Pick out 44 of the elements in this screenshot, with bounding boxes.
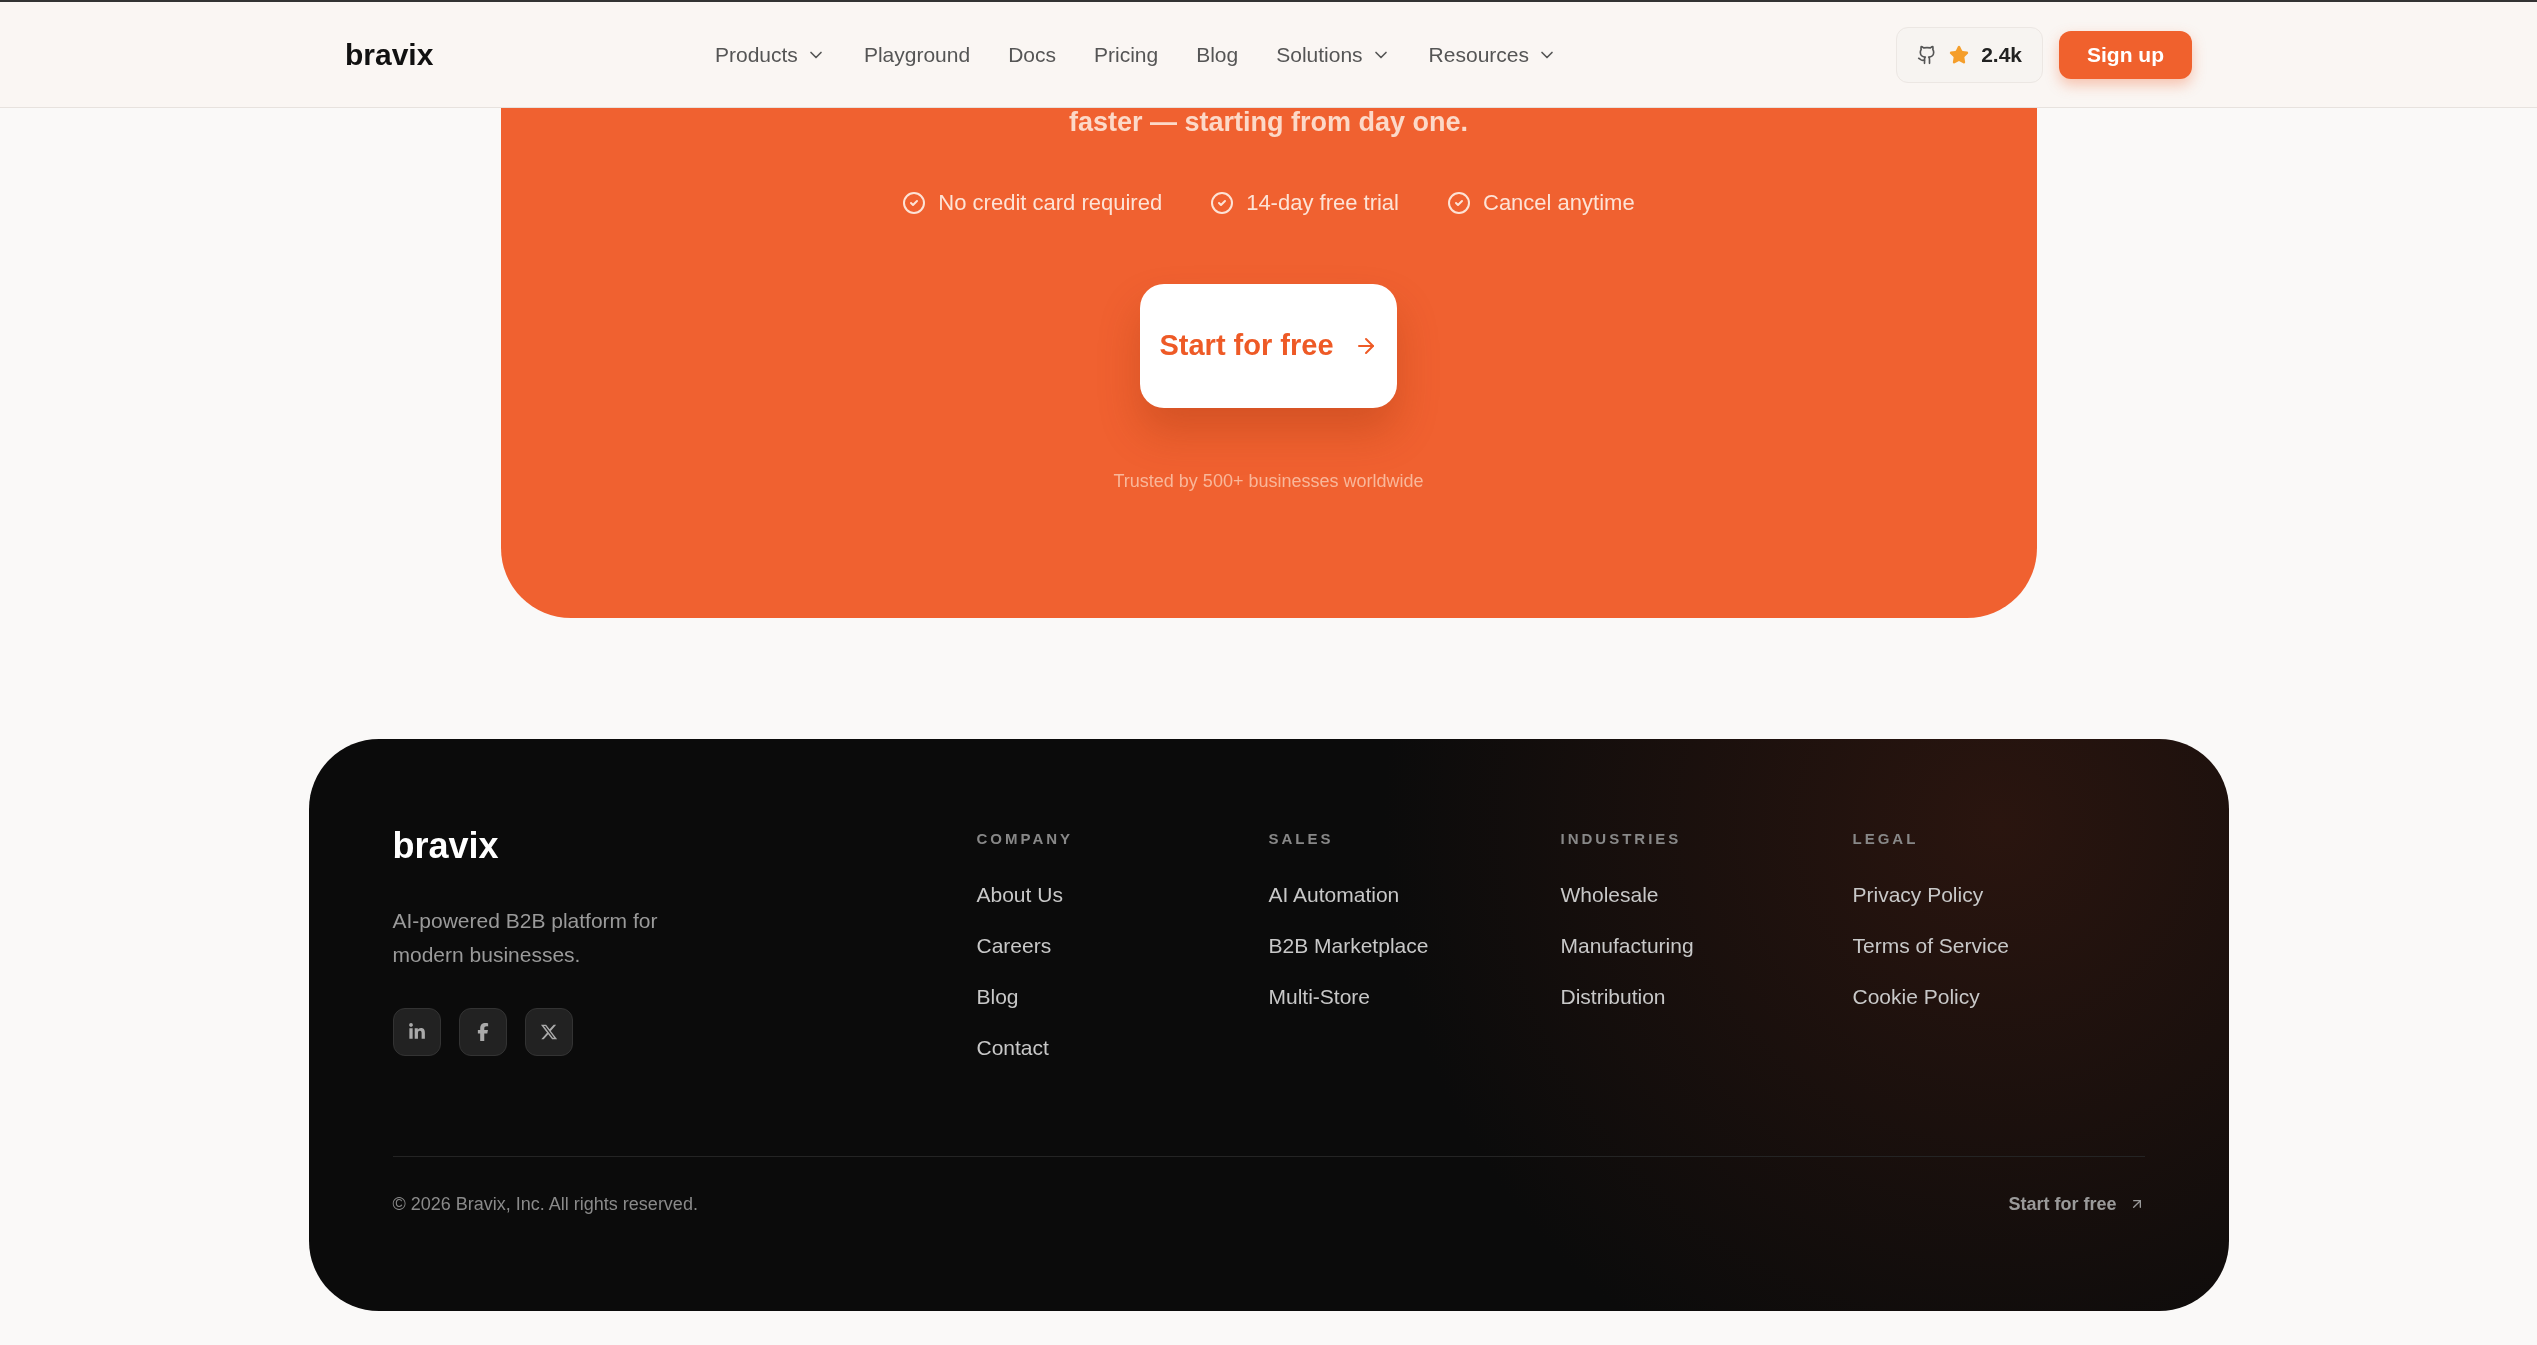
nav-link[interactable]: Solutions	[1276, 38, 1391, 71]
footer-column-heading: INDUSTRIES	[1560, 829, 1683, 849]
nav-link[interactable]: Resources	[1428, 38, 1557, 71]
footer-link[interactable]: Careers	[976, 931, 1269, 959]
perk-text: No credit card required	[938, 189, 1163, 217]
check-circle-icon	[902, 190, 927, 215]
footer-link[interactable]: About Us	[976, 880, 1269, 908]
footer-link[interactable]: Blog	[976, 982, 1269, 1010]
nav-link[interactable]: Pricing	[1094, 38, 1159, 71]
nav-link[interactable]: Products	[715, 38, 826, 71]
nav-link[interactable]: Docs	[1008, 38, 1056, 71]
star-icon	[1949, 44, 1970, 65]
perk-text: Cancel anytime	[1483, 189, 1635, 217]
brand-logo[interactable]: bravix	[345, 32, 575, 77]
footer-column-heading: SALES	[1268, 829, 1335, 849]
footer-logo[interactable]: bravix	[392, 824, 977, 868]
footer-link[interactable]: Wholesale	[1560, 880, 1853, 908]
footer-link[interactable]: Multi-Store	[1268, 982, 1561, 1010]
social-link-button[interactable]	[392, 1008, 441, 1056]
footer-link[interactable]: Contact	[976, 1033, 1269, 1061]
x-logo-icon	[539, 1023, 558, 1041]
footer-link[interactable]: Terms of Service	[1852, 931, 2145, 959]
footer-link[interactable]: Cookie Policy	[1852, 982, 2145, 1010]
social-link-button[interactable]	[458, 1008, 507, 1056]
footer-column-heading: COMPANY	[976, 829, 1075, 849]
copyright-text: © 2026 Bravix, Inc. All rights reserved.	[392, 1192, 698, 1216]
footer-link[interactable]: Privacy Policy	[1852, 880, 2145, 908]
github-stars-button[interactable]: 2.4k	[1896, 26, 2043, 83]
footer-link[interactable]: AI Automation	[1268, 880, 1561, 908]
nav-link[interactable]: Playground	[863, 38, 971, 71]
footer-link[interactable]: Manufacturing	[1560, 931, 1853, 959]
footer-link[interactable]: Distribution	[1560, 982, 1853, 1010]
footer-link[interactable]: B2B Marketplace	[1268, 931, 1561, 959]
trust-note: Trusted by 500+ businesses worldwide	[1113, 470, 1424, 493]
perk-text: 14-day free trial	[1246, 189, 1399, 217]
nav-link[interactable]: Blog	[1196, 38, 1239, 71]
start-for-free-link[interactable]: Start for free	[2008, 1190, 2145, 1218]
cta-headline: faster — starting from day one.	[1068, 106, 1469, 139]
check-circle-icon	[1210, 190, 1235, 215]
footer-column-heading: LEGAL	[1852, 829, 1920, 849]
social-link-button[interactable]	[524, 1008, 573, 1056]
linkedin-icon	[407, 1023, 426, 1041]
footer-description: AI-powered B2B platform for modern businesses.	[392, 908, 659, 968]
check-circle-icon	[1447, 190, 1471, 215]
